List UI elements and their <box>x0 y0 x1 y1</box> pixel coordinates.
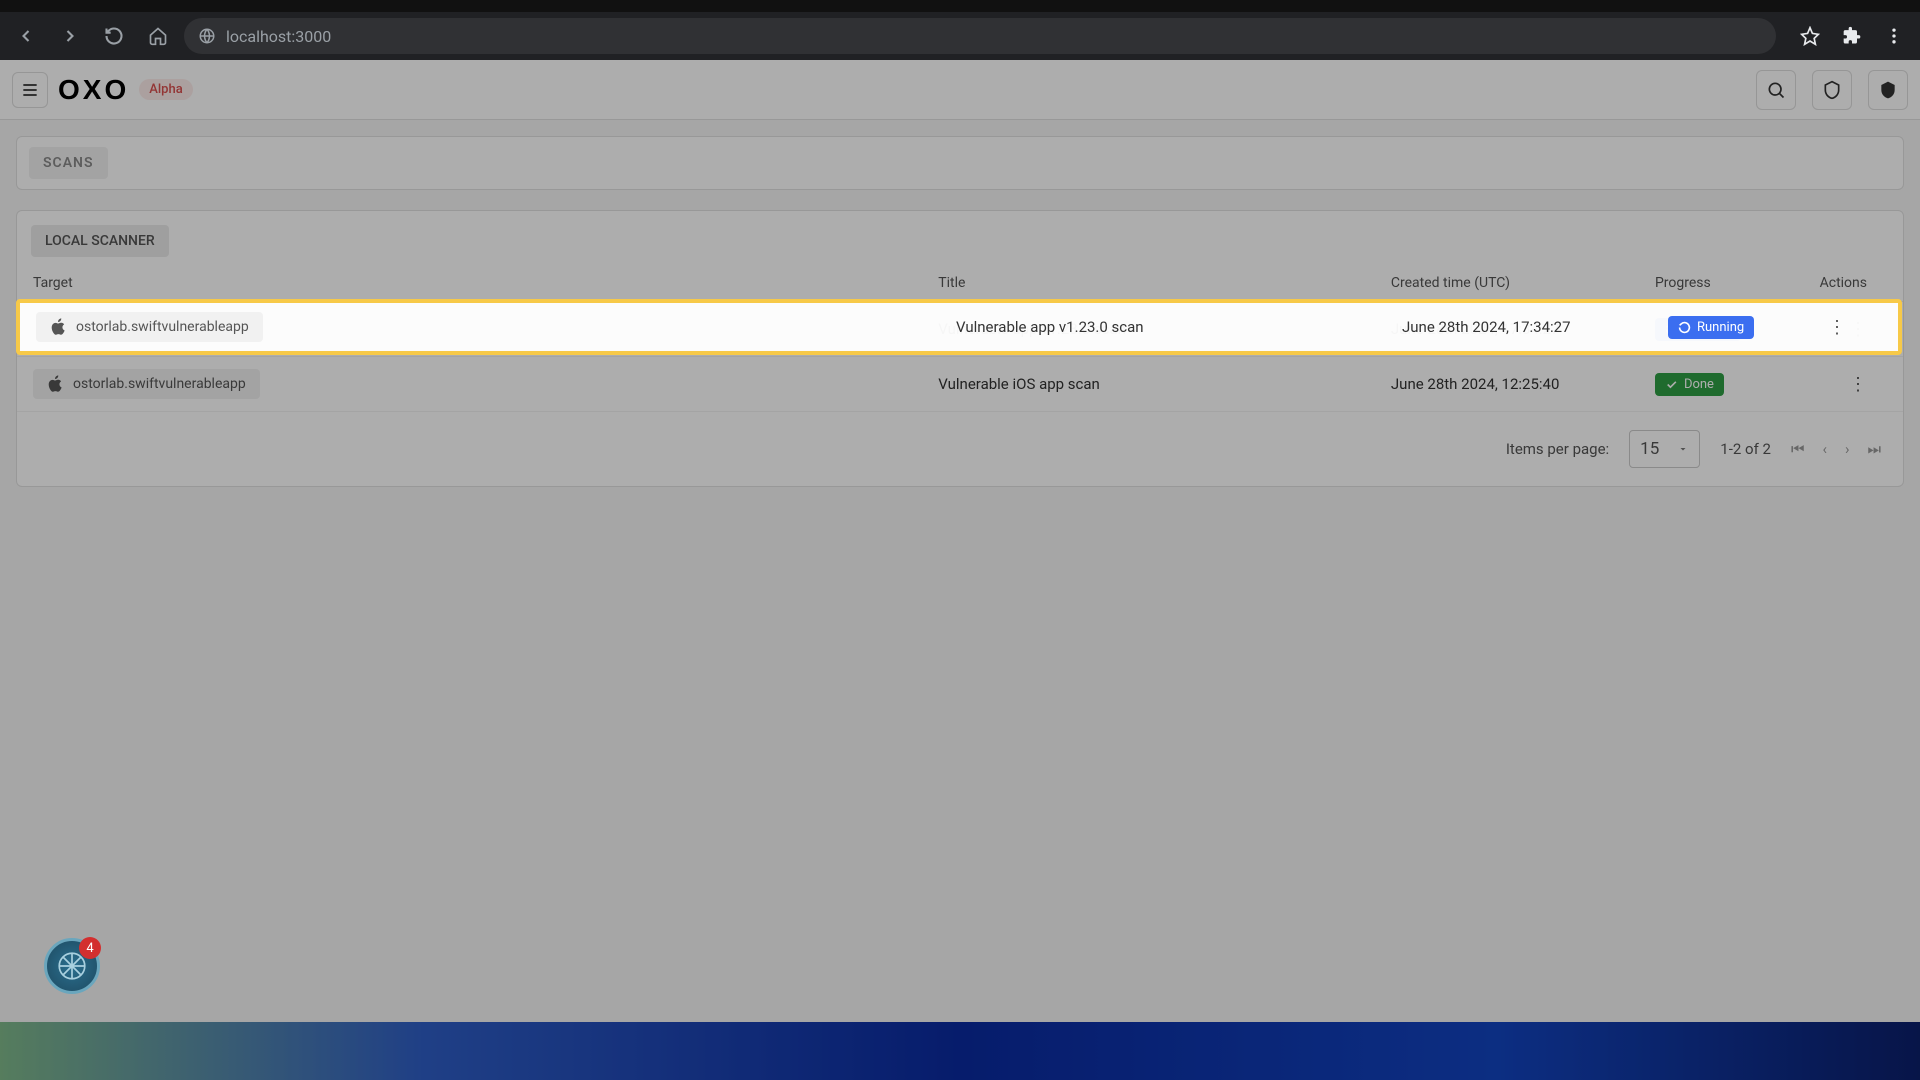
forward-button[interactable] <box>52 18 88 54</box>
header-scan-icon[interactable] <box>1756 70 1796 110</box>
home-button[interactable] <box>140 18 176 54</box>
url-text: localhost:3000 <box>226 27 331 46</box>
col-target: Target <box>17 265 922 302</box>
page-range: 1-2 of 2 <box>1720 440 1771 458</box>
target-pill: ostorlab.swiftvulnerableapp <box>33 369 260 399</box>
back-button[interactable] <box>8 18 44 54</box>
pagination: Items per page: 15 1-2 of 2 ⏮ ‹ › ⏭ <box>17 412 1903 472</box>
page-first-icon[interactable]: ⏮ <box>1791 440 1805 458</box>
globe-icon <box>198 27 216 45</box>
chevron-down-icon <box>1677 443 1689 455</box>
col-actions: Actions <box>1790 265 1903 302</box>
address-bar[interactable]: localhost:3000 <box>184 18 1776 54</box>
items-per-page-label: Items per page: <box>1506 440 1609 458</box>
extensions-icon[interactable] <box>1834 18 1870 54</box>
items-per-page-select[interactable]: 15 <box>1629 430 1700 468</box>
hamburger-button[interactable] <box>12 72 48 108</box>
page-last-icon[interactable]: ⏭ <box>1867 440 1881 458</box>
scans-card: SCANS <box>16 136 1904 190</box>
row-actions-icon[interactable]: ⋮ <box>1849 374 1867 395</box>
logo: OXO <box>58 74 129 106</box>
browser-chrome: localhost:3000 <box>0 0 1920 60</box>
target-text: ostorlab.swiftvulnerableapp <box>73 376 246 392</box>
alpha-badge: Alpha <box>139 79 192 100</box>
badge-count: 4 <box>79 937 101 959</box>
col-title: Title <box>922 265 1375 302</box>
scans-button[interactable]: SCANS <box>29 147 108 179</box>
reload-button[interactable] <box>96 18 132 54</box>
floating-assistant-badge[interactable]: 4 <box>44 938 100 994</box>
col-progress: Progress <box>1639 265 1790 302</box>
browser-toolbar: localhost:3000 <box>0 12 1920 60</box>
target-text: ostorlab.swiftvulnerableapp <box>76 319 249 335</box>
target-pill: ostorlab.swiftvulnerableapp <box>36 312 263 342</box>
page-next-icon[interactable]: › <box>1845 440 1850 458</box>
row-actions-icon[interactable]: ⋮ <box>1828 317 1846 338</box>
browser-right-icons <box>1792 18 1912 54</box>
header-security-icon[interactable] <box>1868 70 1908 110</box>
page-viewport: OXO Alpha SCANS LOCAL SCANNER Target Tit… <box>0 60 1920 1080</box>
title-cell: Vulnerable app v1.23.0 scan <box>940 318 1386 336</box>
highlighted-row[interactable]: ostorlab.swiftvulnerableapp Vulnerable a… <box>16 299 1902 355</box>
status-badge-done: Done <box>1655 373 1724 396</box>
apple-icon <box>50 318 66 336</box>
app-header: OXO Alpha <box>0 60 1920 120</box>
created-cell: June 28th 2024, 12:25:40 <box>1375 357 1639 412</box>
title-cell: Vulnerable iOS app scan <box>922 357 1375 412</box>
browser-menu-icon[interactable] <box>1876 18 1912 54</box>
created-cell: June 28th 2024, 17:34:27 <box>1386 318 1652 336</box>
header-shield-icon[interactable] <box>1812 70 1852 110</box>
page-prev-icon[interactable]: ‹ <box>1822 440 1827 458</box>
local-scanner-chip[interactable]: LOCAL SCANNER <box>31 225 169 257</box>
status-badge-running: Running <box>1668 316 1754 339</box>
desktop-gradient <box>0 1022 1920 1080</box>
bookmark-icon[interactable] <box>1792 18 1828 54</box>
apple-icon <box>47 375 63 393</box>
table-row[interactable]: ostorlab.swiftvulnerableapp Vulnerable i… <box>17 357 1903 412</box>
col-created: Created time (UTC) <box>1375 265 1639 302</box>
tab-strip <box>0 0 1920 12</box>
